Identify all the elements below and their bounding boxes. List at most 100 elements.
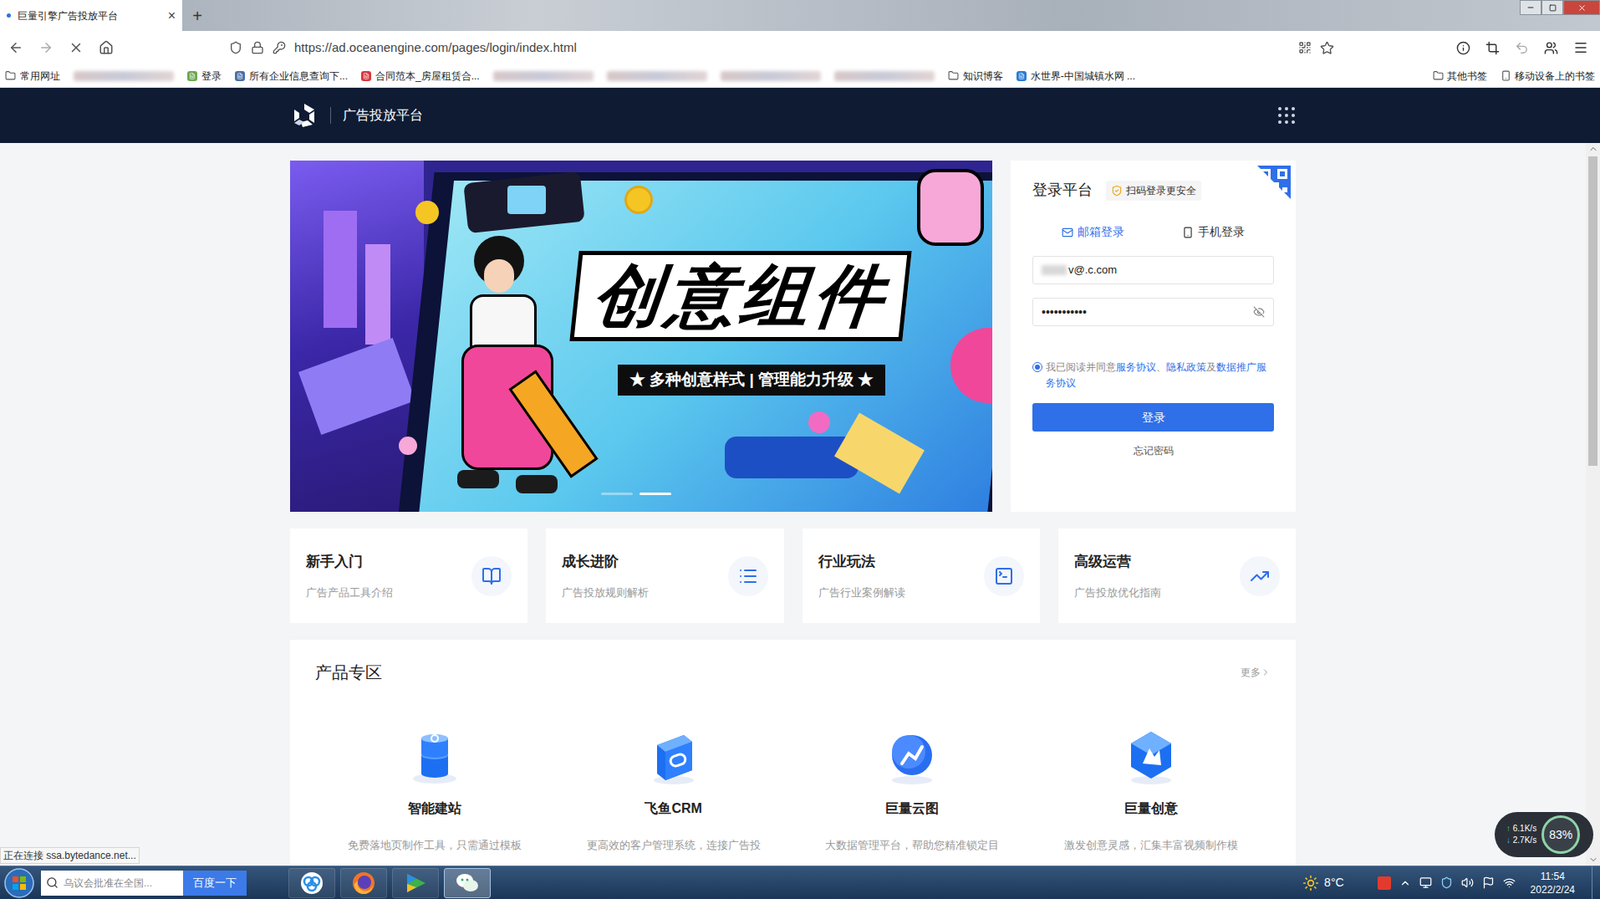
eye-closed-icon[interactable] <box>1253 305 1265 318</box>
taskbar: 乌议会批准在全国...百度一下 8°C 11:542022/2/24 <box>0 865 1600 899</box>
banner[interactable]: 创意组件★ 多种创意样式 | 管理能力升级 ★ <box>290 160 993 512</box>
back-icon[interactable] <box>8 40 24 56</box>
bookmark[interactable]: 所有企业信息查询下... <box>234 68 348 84</box>
bookmark[interactable]: 合同范本_房屋租赁合... <box>361 68 480 84</box>
agreement-radio[interactable] <box>1032 361 1043 372</box>
home-icon[interactable] <box>98 40 114 56</box>
bookmark[interactable]: 移动设备上的书签 <box>1500 68 1595 84</box>
bookmark[interactable]: 常用网址 <box>5 68 61 84</box>
start-icon[interactable] <box>3 866 36 899</box>
monitor-icon[interactable] <box>1419 876 1432 889</box>
guide-title: 新手入门 <box>305 550 393 573</box>
status-text: 正在连接 ssa.bytedance.net... <box>0 846 140 864</box>
ocean-engine-logo-icon[interactable] <box>290 101 319 130</box>
browser-tab[interactable]: 巨量引擎广告投放平台× <box>0 0 183 31</box>
scroll-up-icon[interactable] <box>1588 142 1599 155</box>
favicon-icon <box>234 71 245 82</box>
network-icon[interactable] <box>1503 876 1516 889</box>
taskbar-app[interactable] <box>392 867 439 898</box>
carousel-dot[interactable] <box>639 492 672 495</box>
taskbar-app[interactable] <box>340 867 388 898</box>
product-name: 智能建站 <box>407 798 462 819</box>
address-bar: https://ad.oceanengine.com/pages/login/i… <box>0 30 1600 65</box>
password-input[interactable]: ••••••••••• <box>1032 297 1274 327</box>
forgot-password-link[interactable]: 忘记密码 <box>1032 443 1274 459</box>
more-link[interactable]: 更多 <box>1240 664 1271 680</box>
clock[interactable]: 11:542022/2/24 <box>1530 869 1575 897</box>
product-item[interactable]: 巨量云图大数据管理平台，帮助您精准锁定目 <box>793 726 1033 854</box>
scroll-thumb[interactable] <box>1588 156 1598 466</box>
bookmark[interactable]: 其他书签 <box>1432 68 1488 84</box>
carousel-dots <box>601 492 672 495</box>
blurred-bookmark <box>834 71 935 82</box>
login-button[interactable]: 登录 <box>1032 402 1274 432</box>
bookmark[interactable]: 水世界-中国城镇水网 ... <box>1016 68 1136 84</box>
tab-close[interactable]: × <box>168 9 176 23</box>
favicon-icon <box>187 71 198 82</box>
product-item[interactable]: 智能建站免费落地页制作工具，只需通过模板 <box>315 726 555 854</box>
guide-card[interactable]: 高级运营广告投放优化指南 <box>1058 528 1296 623</box>
users-icon[interactable] <box>1543 40 1559 56</box>
scrollbar[interactable] <box>1585 142 1600 866</box>
stop-icon[interactable] <box>68 40 84 56</box>
crop-icon[interactable] <box>1485 40 1500 56</box>
taskbar-app[interactable] <box>443 867 491 898</box>
bookmark[interactable]: 登录 <box>187 68 222 84</box>
email-input[interactable]: v@.c.com <box>1032 255 1274 285</box>
taskbar-search[interactable]: 乌议会批准在全国... <box>40 870 184 896</box>
chevron-right-icon <box>1260 667 1271 678</box>
maximize-icon <box>1549 4 1557 12</box>
guide-card[interactable]: 行业玩法广告行业案例解读 <box>802 528 1040 623</box>
product-desc: 大数据管理平台，帮助您精准锁定目 <box>825 836 999 854</box>
url-field[interactable]: https://ad.oceanengine.com/pages/login/i… <box>229 38 1335 58</box>
guide-card[interactable]: 新手入门广告产品工具介绍 <box>290 528 528 623</box>
close-icon <box>1577 3 1587 13</box>
security-icon[interactable] <box>1440 876 1453 889</box>
key-icon <box>272 40 286 55</box>
system-tray <box>1377 876 1516 890</box>
taskbar-app[interactable] <box>288 867 336 898</box>
qr-login-icon[interactable] <box>1255 163 1293 201</box>
guide-card[interactable]: 成长进阶广告投放规则解析 <box>545 528 784 623</box>
banner-headline-box: 创意组件 <box>569 250 912 342</box>
bookmark[interactable]: 知识博客 <box>947 68 1004 84</box>
flag-icon[interactable] <box>1482 876 1495 889</box>
guide-subtitle: 广告投放规则解析 <box>561 584 649 602</box>
weather[interactable]: 8°C <box>1302 873 1345 892</box>
header-title: 广告投放平台 <box>342 105 423 126</box>
product-item[interactable]: 巨量创意激发创意灵感，汇集丰富视频制作模 <box>1031 726 1271 854</box>
login-tab[interactable]: 手机登录 <box>1182 223 1245 241</box>
shield-check-icon <box>1110 184 1123 197</box>
close-button[interactable] <box>1563 0 1600 16</box>
folder-icon <box>5 70 16 82</box>
volume-icon[interactable] <box>1461 876 1474 889</box>
net-speed-widget[interactable]: ↑ 6.1K/s↓ 2.7K/s83% <box>1494 811 1594 857</box>
login-tab[interactable]: 邮箱登录 <box>1061 223 1125 241</box>
new-tab-button[interactable]: + <box>182 0 213 31</box>
carousel-dot[interactable] <box>601 492 633 495</box>
minimize-icon <box>1526 3 1535 12</box>
forward-icon[interactable] <box>38 40 54 56</box>
phone-icon <box>1182 226 1194 239</box>
apps-grid-icon[interactable] <box>1277 106 1296 125</box>
info-icon[interactable] <box>1456 40 1471 56</box>
maximize-button[interactable] <box>1541 0 1564 16</box>
scroll-down-icon[interactable] <box>1588 853 1599 866</box>
banner-headline: 创意组件 <box>590 261 892 331</box>
products-title: 产品专区 <box>315 659 383 685</box>
login-card: 登录平台扫码登录更安全邮箱登录手机登录v@.c.com•••••••••••我已… <box>1010 160 1296 512</box>
baidu-button[interactable]: 百度一下 <box>183 870 247 896</box>
undo-icon[interactable] <box>1514 40 1529 56</box>
scan-badge[interactable]: 扫码登录更安全 <box>1105 180 1202 201</box>
menu-icon[interactable] <box>1573 40 1589 56</box>
ime-icon[interactable] <box>1377 876 1392 890</box>
product-item[interactable]: 飞鱼CRM更高效的客户管理系统，连接广告投 <box>554 726 794 854</box>
bookmarks-bar: 常用网址 登录所有企业信息查询下... 合同范本_房屋租赁合... 知识博客水世界-中… <box>0 64 1600 88</box>
minimize-button[interactable] <box>1519 0 1542 16</box>
qr-icon[interactable] <box>1298 40 1312 55</box>
sun-icon <box>1302 874 1320 892</box>
agreement-link[interactable]: 服务协议 <box>1115 361 1157 373</box>
star-icon[interactable] <box>1319 40 1335 56</box>
show-hidden-icon[interactable] <box>1399 876 1412 889</box>
agreement-link[interactable]: 隐私政策 <box>1166 361 1207 373</box>
